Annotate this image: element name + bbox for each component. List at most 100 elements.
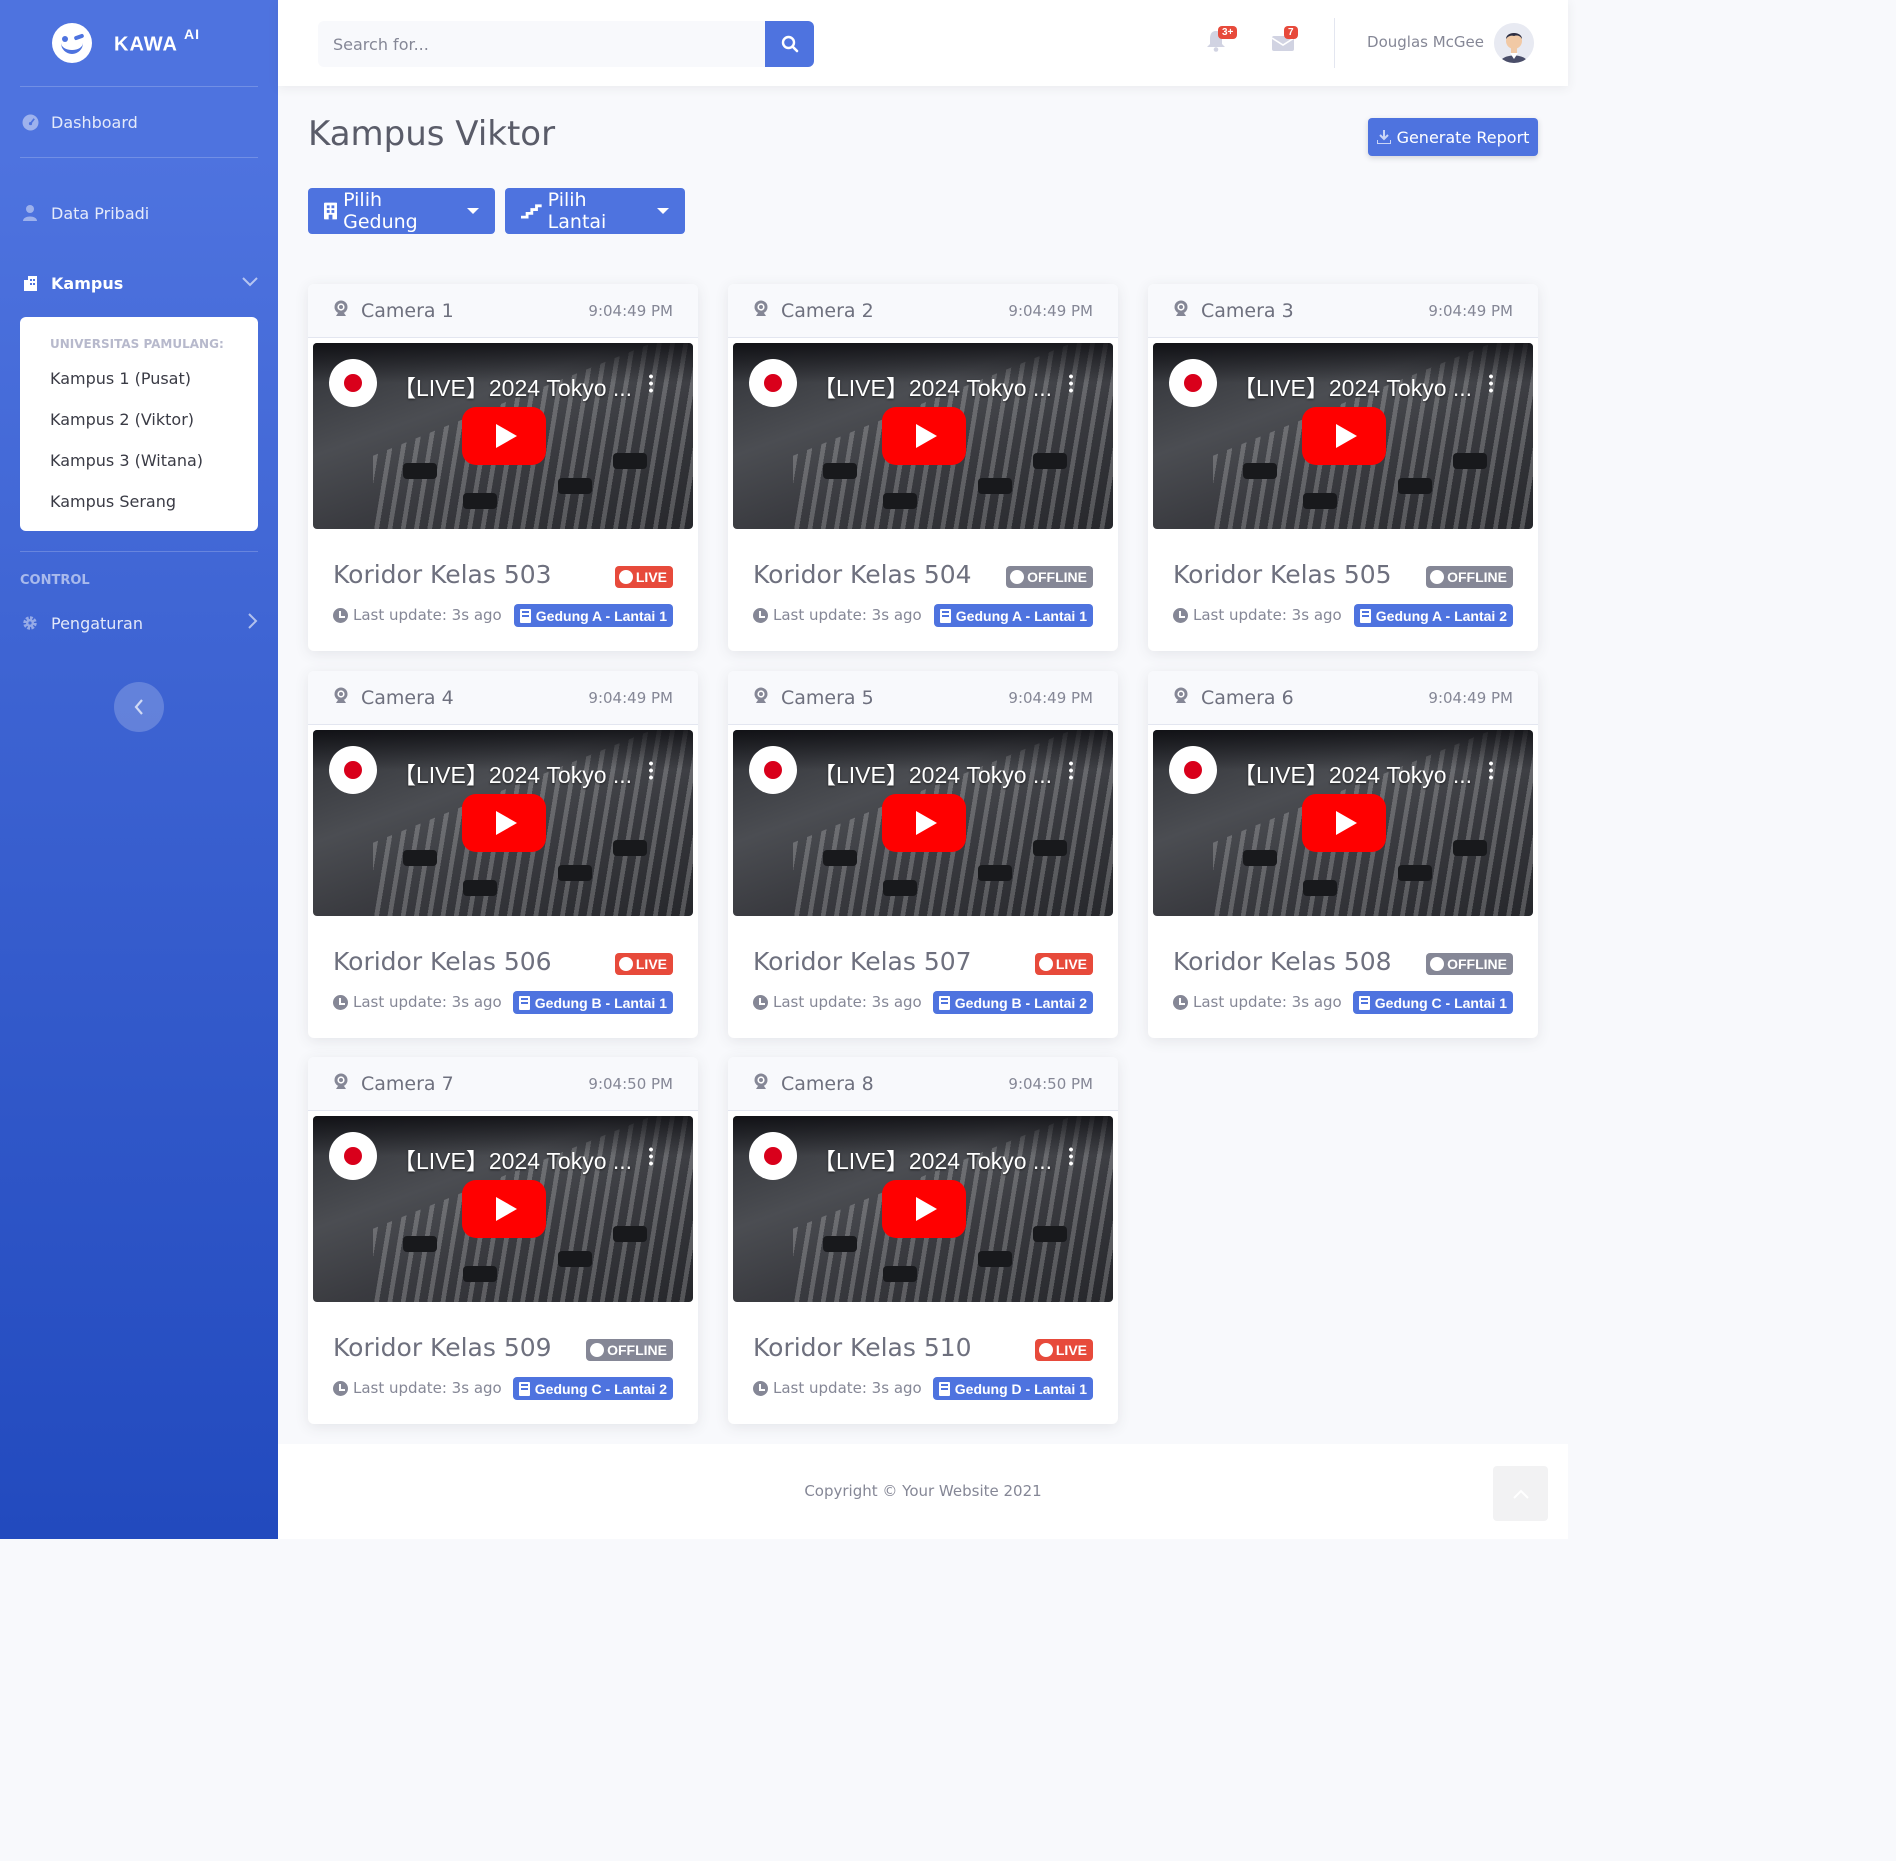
brand-name: KAWA AI: [114, 25, 200, 56]
webcam-icon: [333, 687, 349, 708]
more-options-icon[interactable]: [1069, 1146, 1073, 1166]
submenu-item-kampus-2[interactable]: Kampus 2 (Viktor): [20, 398, 258, 439]
brand-link[interactable]: KAWA AI: [0, 0, 278, 86]
channel-avatar-icon[interactable]: [749, 1132, 797, 1180]
video-embed[interactable]: 【LIVE】2024 Tokyo ...: [313, 343, 693, 529]
play-button[interactable]: [462, 794, 546, 852]
search-button[interactable]: [765, 21, 814, 67]
pilih-gedung-dropdown[interactable]: Pilih Gedung: [308, 188, 495, 234]
status-label: OFFLINE: [1027, 569, 1087, 585]
kawa-logo-icon: [52, 23, 92, 63]
camera-card-header: Camera 2 9:04:49 PM: [728, 284, 1118, 338]
room-name: Koridor Kelas 509: [333, 1333, 552, 1362]
video-title[interactable]: 【LIVE】2024 Tokyo ...: [813, 756, 1052, 790]
chevron-right-icon: [248, 613, 258, 633]
play-button[interactable]: [882, 407, 966, 465]
more-options-icon[interactable]: [1069, 373, 1073, 393]
user-name[interactable]: Douglas McGee: [1367, 33, 1484, 51]
video-embed[interactable]: 【LIVE】2024 Tokyo ...: [733, 343, 1113, 529]
last-update: Last update: 3s ago: [333, 1379, 502, 1397]
channel-avatar-icon[interactable]: [1169, 359, 1217, 407]
more-options-icon[interactable]: [1489, 760, 1493, 780]
status-badge: LIVE: [614, 566, 673, 588]
sidebar-item-kampus[interactable]: Kampus: [0, 268, 278, 298]
channel-avatar-icon[interactable]: [329, 1132, 377, 1180]
video-embed[interactable]: 【LIVE】2024 Tokyo ...: [733, 730, 1113, 916]
status-badge: LIVE: [1034, 953, 1093, 975]
last-update-text: Last update: 3s ago: [773, 1379, 922, 1397]
more-options-icon[interactable]: [649, 1146, 653, 1166]
more-options-icon[interactable]: [1489, 373, 1493, 393]
sidebar-item-pengaturan[interactable]: Pengaturan: [0, 588, 278, 658]
sidebar-toggle-button[interactable]: [114, 682, 164, 732]
video-title[interactable]: 【LIVE】2024 Tokyo ...: [393, 756, 632, 790]
building-icon: [324, 202, 338, 220]
location-badge: Gedung A - Lantai 1: [513, 604, 673, 627]
submenu-item-kampus-serang[interactable]: Kampus Serang: [20, 480, 258, 521]
building-icon: [518, 1381, 530, 1396]
video-embed[interactable]: 【LIVE】2024 Tokyo ...: [1153, 343, 1533, 529]
channel-avatar-icon[interactable]: [1169, 746, 1217, 794]
play-button[interactable]: [462, 407, 546, 465]
search-input[interactable]: [318, 21, 765, 67]
webcam-icon: [333, 1073, 349, 1094]
video-embed[interactable]: 【LIVE】2024 Tokyo ...: [1153, 730, 1533, 916]
submenu-item-kampus-1[interactable]: Kampus 1 (Pusat): [20, 359, 258, 398]
camera-name: Camera 2: [781, 299, 874, 322]
location-text: Gedung D - Lantai 1: [954, 1380, 1087, 1397]
channel-avatar-icon[interactable]: [749, 359, 797, 407]
play-button[interactable]: [1302, 407, 1386, 465]
last-update-text: Last update: 3s ago: [773, 606, 922, 624]
camera-card: Camera 3 9:04:49 PM 【LIVE】2024 Tokyo ...…: [1148, 284, 1538, 651]
caret-down-icon: [657, 208, 669, 214]
alerts-badge: 3+: [1218, 26, 1238, 39]
pilih-lantai-dropdown[interactable]: Pilih Lantai: [505, 188, 685, 234]
scroll-to-top-button[interactable]: [1493, 1466, 1548, 1521]
last-update: Last update: 3s ago: [753, 993, 922, 1011]
last-update: Last update: 3s ago: [1173, 606, 1342, 624]
video-embed[interactable]: 【LIVE】2024 Tokyo ...: [313, 1116, 693, 1302]
sidebar-item-data-pribadi[interactable]: Data Pribadi: [0, 158, 278, 268]
camera-card: Camera 4 9:04:49 PM 【LIVE】2024 Tokyo ...…: [308, 671, 698, 1038]
video-title[interactable]: 【LIVE】2024 Tokyo ...: [813, 369, 1052, 403]
video-title[interactable]: 【LIVE】2024 Tokyo ...: [813, 1142, 1052, 1176]
video-embed[interactable]: 【LIVE】2024 Tokyo ...: [313, 730, 693, 916]
status-dot-icon: [590, 1343, 605, 1357]
video-title[interactable]: 【LIVE】2024 Tokyo ...: [1233, 756, 1472, 790]
clock-icon: [333, 607, 348, 623]
clock-icon: [753, 994, 768, 1010]
play-button[interactable]: [882, 1180, 966, 1238]
video-embed[interactable]: 【LIVE】2024 Tokyo ...: [733, 1116, 1113, 1302]
avatar[interactable]: [1494, 23, 1534, 63]
channel-avatar-icon[interactable]: [749, 746, 797, 794]
more-options-icon[interactable]: [649, 373, 653, 393]
chevron-down-icon: [242, 275, 258, 291]
submenu-item-kampus-3[interactable]: Kampus 3 (Witana): [20, 439, 258, 480]
play-button[interactable]: [882, 794, 966, 852]
messages-button[interactable]: 7: [1271, 26, 1298, 54]
video-title[interactable]: 【LIVE】2024 Tokyo ...: [393, 1142, 632, 1176]
last-update-text: Last update: 3s ago: [773, 993, 922, 1011]
camera-card: Camera 1 9:04:49 PM 【LIVE】2024 Tokyo ...…: [308, 284, 698, 651]
video-title[interactable]: 【LIVE】2024 Tokyo ...: [393, 369, 632, 403]
channel-avatar-icon[interactable]: [329, 359, 377, 407]
last-update: Last update: 3s ago: [333, 993, 502, 1011]
clock-icon: [753, 1380, 768, 1396]
camera-time: 9:04:49 PM: [588, 301, 673, 320]
camera-time: 9:04:49 PM: [1428, 688, 1513, 707]
user-icon: [20, 203, 40, 223]
last-update: Last update: 3s ago: [333, 606, 502, 624]
play-button[interactable]: [462, 1180, 546, 1238]
sidebar-item-dashboard[interactable]: Dashboard: [0, 87, 278, 157]
more-options-icon[interactable]: [649, 760, 653, 780]
video-title[interactable]: 【LIVE】2024 Tokyo ...: [1233, 369, 1472, 403]
building-icon: [1358, 995, 1370, 1010]
clock-icon: [333, 994, 348, 1010]
generate-report-button[interactable]: Generate Report: [1368, 118, 1538, 156]
play-button[interactable]: [1302, 794, 1386, 852]
location-badge: Gedung C - Lantai 2: [512, 1377, 673, 1400]
channel-avatar-icon[interactable]: [329, 746, 377, 794]
status-dot-icon: [1038, 1343, 1053, 1357]
more-options-icon[interactable]: [1069, 760, 1073, 780]
alerts-button[interactable]: 3+: [1206, 26, 1238, 54]
